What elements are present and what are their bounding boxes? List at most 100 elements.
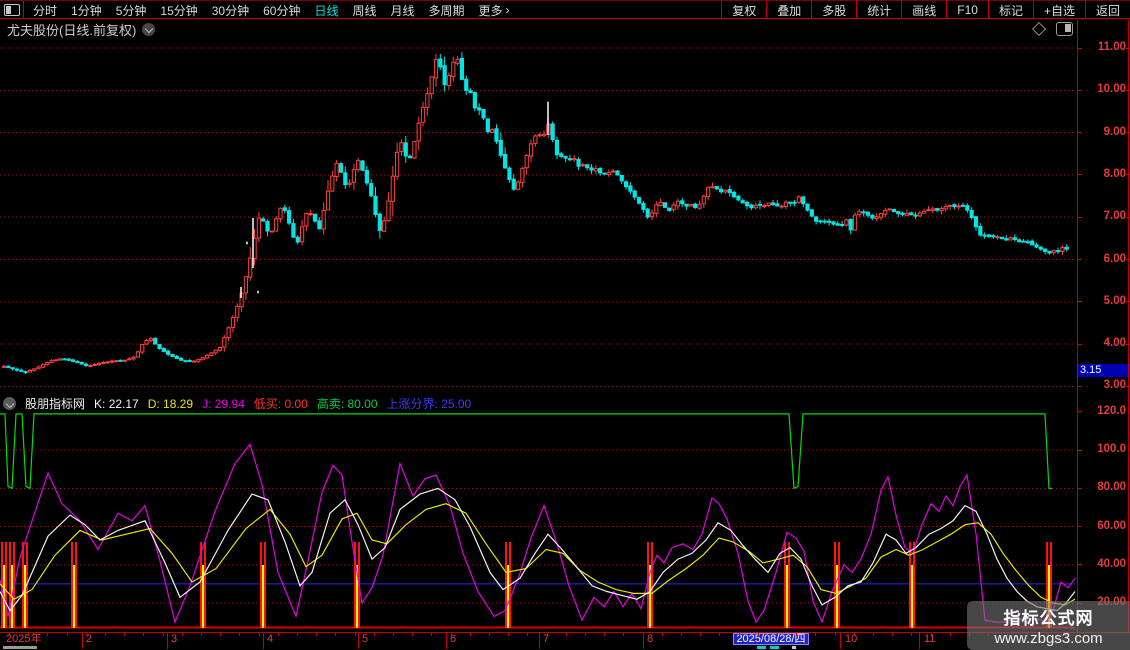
- top-toolbar: 分时1分钟5分钟15分钟30分钟60分钟日线周线月线多周期更多› 复权叠加多股统…: [0, 0, 1130, 19]
- clipped-row-fragment: [757, 646, 766, 649]
- indicator-axis-label: 80.00: [1097, 481, 1126, 493]
- bottom-tick: [539, 646, 540, 649]
- bottom-tick: [358, 646, 359, 649]
- tab-1分钟[interactable]: 1分钟: [64, 2, 109, 19]
- action-叠加[interactable]: 叠加: [766, 1, 811, 19]
- tab-日线[interactable]: 日线: [307, 2, 345, 19]
- date-minor-tick: [566, 633, 567, 636]
- date-tag: 2025/08/28/四: [733, 633, 809, 645]
- date-minor-tick: [316, 633, 317, 636]
- action-多股[interactable]: 多股: [811, 1, 856, 19]
- axis-divider-line: [1077, 20, 1078, 646]
- price-axis-label: 6.00: [1104, 253, 1126, 265]
- price-axis-label: 4.00: [1104, 337, 1126, 349]
- indicator-axis-label: 100.0: [1097, 443, 1126, 455]
- last-price-tag: 3.15: [1078, 364, 1130, 377]
- date-minor-tick: [892, 633, 893, 636]
- date-minor-tick: [124, 633, 125, 636]
- date-minor-tick: [604, 633, 605, 636]
- action-复权[interactable]: 复权: [721, 1, 766, 19]
- date-minor-tick: [278, 633, 279, 636]
- series-高卖信号线: [0, 414, 1052, 489]
- tab-15分钟[interactable]: 15分钟: [153, 2, 204, 19]
- month-separator: [263, 633, 264, 646]
- tab-多周期[interactable]: 多周期: [422, 2, 472, 19]
- action-F10[interactable]: F10: [946, 1, 988, 19]
- date-minor-tick: [873, 633, 874, 636]
- date-minor-tick: [796, 633, 797, 636]
- date-minor-tick: [105, 633, 106, 636]
- price-axis-label: 10.00: [1097, 83, 1126, 95]
- clipped-next-pane-strip: [0, 646, 1130, 650]
- bottom-tick: [840, 646, 841, 649]
- bottom-tick: [167, 646, 168, 649]
- date-minor-tick: [777, 633, 778, 636]
- date-minor-tick: [431, 633, 432, 636]
- date-minor-tick: [835, 633, 836, 636]
- date-minor-tick: [739, 633, 740, 636]
- indicator-axis-label: 120.0: [1097, 405, 1126, 417]
- date-minor-tick: [297, 633, 298, 636]
- clipped-row-fragment: [3, 646, 37, 649]
- action-统计[interactable]: 统计: [856, 1, 901, 19]
- action-画线[interactable]: 画线: [901, 1, 946, 19]
- tab-分时[interactable]: 分时: [26, 2, 64, 19]
- tab-60分钟[interactable]: 60分钟: [256, 2, 307, 19]
- price-axis-label: 9.00: [1104, 126, 1126, 138]
- candlestick-chart[interactable]: [0, 20, 1077, 394]
- date-minor-tick: [239, 633, 240, 636]
- action-返回[interactable]: 返回: [1085, 1, 1130, 19]
- date-minor-tick: [585, 633, 586, 636]
- kdj-indicator-chart[interactable]: [0, 394, 1077, 632]
- date-minor-tick: [163, 633, 164, 636]
- date-minor-tick: [182, 633, 183, 636]
- month-separator: [539, 633, 540, 646]
- watermark-url: www.zbgs3.com: [994, 630, 1102, 647]
- date-minor-tick: [911, 633, 912, 636]
- date-axis[interactable]: 2025/08/28/四 2025年23456781011: [0, 632, 1130, 647]
- date-minor-tick: [67, 633, 68, 636]
- bottom-tick: [919, 646, 920, 649]
- date-axis-label: 4: [267, 633, 273, 646]
- date-minor-tick: [201, 633, 202, 636]
- date-minor-tick: [335, 633, 336, 636]
- date-minor-tick: [47, 633, 48, 636]
- price-axis-label: 3.00: [1104, 379, 1126, 391]
- date-minor-tick: [393, 633, 394, 636]
- action-标记[interactable]: 标记: [988, 1, 1033, 19]
- date-minor-tick: [758, 633, 759, 636]
- tab-5分钟[interactable]: 5分钟: [109, 2, 154, 19]
- date-minor-tick: [950, 633, 951, 636]
- bottom-tick: [263, 646, 264, 649]
- date-minor-tick: [700, 633, 701, 636]
- date-minor-tick: [355, 633, 356, 636]
- tab-周线[interactable]: 周线: [345, 2, 383, 19]
- price-axis-label: 7.00: [1104, 210, 1126, 222]
- bottom-tick: [446, 646, 447, 649]
- window-right-border: [1128, 20, 1129, 632]
- action-+自选[interactable]: +自选: [1033, 1, 1085, 19]
- tab-30分钟[interactable]: 30分钟: [205, 2, 256, 19]
- date-minor-tick: [259, 633, 260, 636]
- more-arrow-icon[interactable]: ›: [506, 3, 510, 17]
- date-axis-label: 8: [647, 633, 653, 646]
- date-axis-label: 11: [924, 633, 935, 646]
- sidebar-toggle-cell[interactable]: [0, 1, 24, 19]
- date-minor-tick: [143, 633, 144, 636]
- price-axis: 11.0010.009.008.007.006.005.004.003.003.…: [1077, 20, 1130, 394]
- month-separator: [358, 633, 359, 646]
- date-minor-tick: [662, 633, 663, 636]
- date-minor-tick: [374, 633, 375, 636]
- date-minor-tick: [815, 633, 816, 636]
- price-axis-label: 11.00: [1098, 41, 1126, 53]
- date-axis-label: 2: [86, 633, 92, 646]
- tab-月线[interactable]: 月线: [384, 2, 422, 19]
- month-separator: [82, 633, 83, 646]
- month-separator: [840, 633, 841, 646]
- date-minor-tick: [527, 633, 528, 636]
- bottom-tick: [82, 646, 83, 649]
- clipped-row-fragment: [792, 646, 796, 649]
- indicator-axis: 120.0100.080.0060.0040.0020.00: [1077, 394, 1130, 632]
- tab-更多[interactable]: 更多: [472, 2, 510, 19]
- toolbar-actions: 复权叠加多股统计画线F10标记+自选返回: [721, 1, 1130, 19]
